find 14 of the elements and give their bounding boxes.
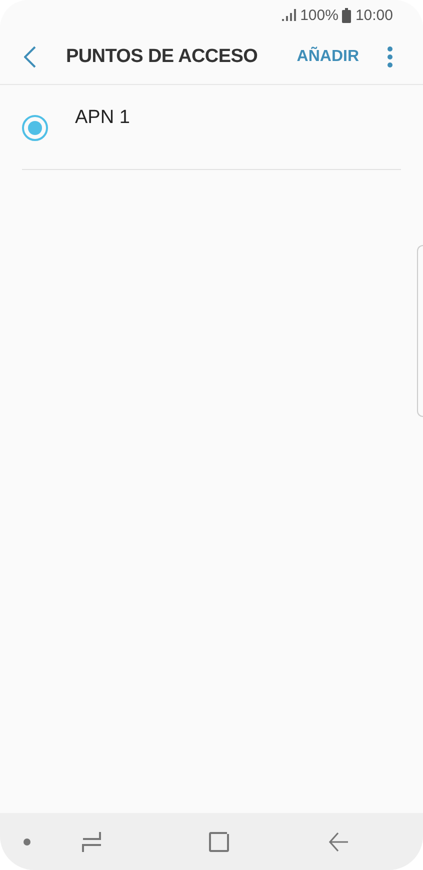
battery-icon xyxy=(342,8,352,22)
clock-time: 10:00 xyxy=(355,6,393,24)
edge-panel-handle[interactable] xyxy=(417,245,423,417)
page-title: PUNTOS DE ACCESO xyxy=(66,46,259,68)
radio-button[interactable] xyxy=(22,115,48,141)
home-icon[interactable] xyxy=(209,832,229,852)
dot-icon[interactable] xyxy=(23,838,31,846)
battery-percent: 100% xyxy=(300,6,338,24)
add-button[interactable]: AÑADIR xyxy=(294,44,361,70)
signal-icon xyxy=(282,9,296,21)
apn-name: APN 1 xyxy=(75,107,130,129)
more-options-icon[interactable] xyxy=(385,44,395,70)
recent-apps-icon[interactable] xyxy=(82,830,102,852)
back-arrow-icon[interactable] xyxy=(329,832,349,852)
